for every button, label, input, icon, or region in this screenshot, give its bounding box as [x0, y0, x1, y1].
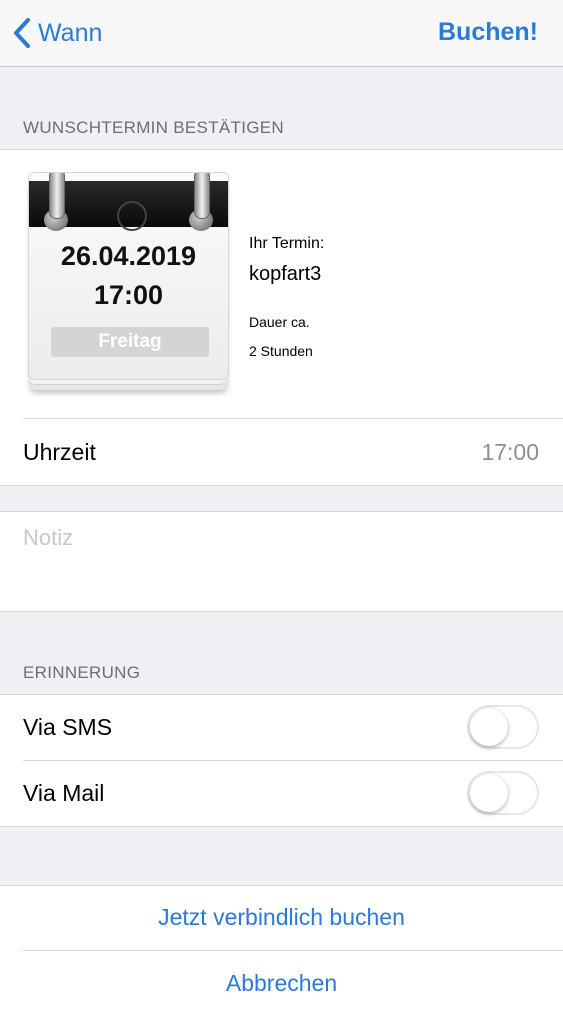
time-row-value[interactable]: 17:00	[481, 439, 539, 466]
back-button-label: Wann	[38, 18, 103, 47]
duration-value: 2 Stunden	[249, 343, 313, 359]
reminder-section-header: ERINNERUNG	[23, 663, 141, 682]
note-placeholder: Notiz	[23, 525, 74, 550]
calendar-weekday: Freitag	[51, 327, 209, 357]
book-now-button[interactable]: Jetzt verbindlich buchen	[0, 904, 563, 931]
duration-label: Dauer ca.	[249, 314, 310, 330]
note-field[interactable]	[0, 511, 563, 612]
separator	[23, 418, 563, 419]
confirm-section-header: WUNSCHTERMIN BESTÄTIGEN	[23, 118, 284, 137]
book-nav-button[interactable]: Buchen!	[438, 18, 538, 47]
separator	[23, 760, 563, 761]
reminder-sms-label: Via SMS	[23, 714, 113, 740]
appointment-label: Ihr Termin:	[249, 235, 325, 252]
sms-toggle[interactable]	[467, 705, 539, 749]
toggle-knob	[470, 708, 508, 746]
toggle-knob	[470, 774, 508, 812]
clock-icon	[117, 201, 147, 231]
calendar-icon: 26.04.2019 17:00 Freitag	[28, 172, 229, 390]
cancel-button[interactable]: Abbrechen	[0, 970, 563, 997]
back-button[interactable]: Wann	[12, 14, 102, 52]
navigation-bar: Wann Buchen!	[0, 0, 563, 67]
calendar-time: 17:00	[93, 280, 164, 310]
chevron-left-icon	[14, 18, 30, 48]
appointment-name: kopfart3	[249, 263, 322, 285]
time-row-label: Uhrzeit	[23, 439, 96, 465]
mail-toggle[interactable]	[467, 771, 539, 815]
calendar-date: 26.04.2019	[60, 241, 197, 271]
reminder-mail-label: Via Mail	[23, 780, 105, 806]
separator	[23, 950, 563, 951]
